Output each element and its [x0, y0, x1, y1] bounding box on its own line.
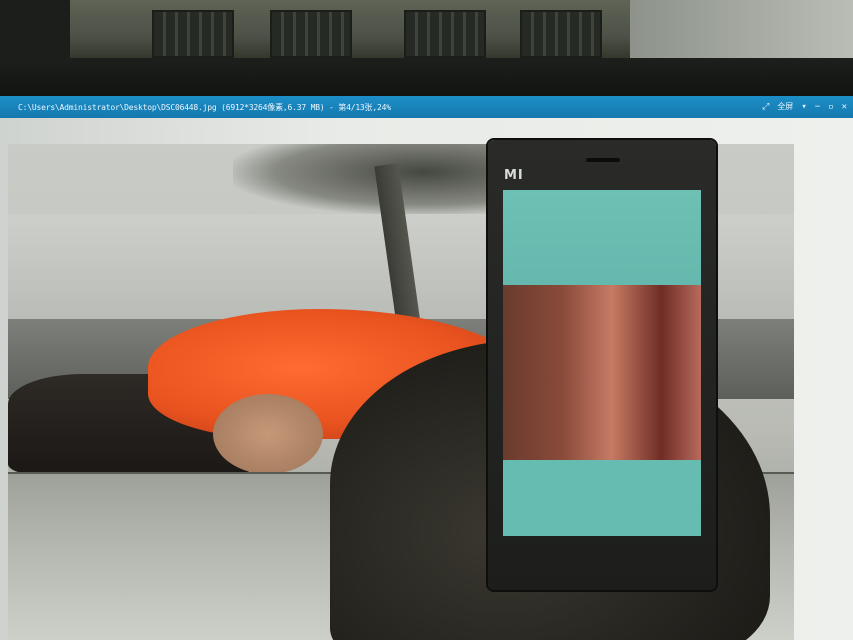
window-title: C:\Users\Administrator\Desktop\DSC06448.… [18, 103, 391, 112]
bright-wall-area [630, 0, 853, 62]
building-window [270, 10, 352, 58]
chevron-down-icon[interactable]: ▾ [801, 100, 806, 114]
monitor-bezel [0, 58, 853, 98]
phone-brand-logo: MI [504, 168, 524, 183]
phone-screen [503, 190, 701, 536]
building-window [152, 10, 234, 58]
subject-fur-cuff [213, 394, 323, 474]
building-window [404, 10, 486, 58]
close-icon[interactable]: ✕ [842, 100, 847, 114]
background-wall [0, 0, 853, 62]
window-controls: ⤢ 全屏 ▾ − ▫ ✕ [762, 100, 847, 114]
phone-screen-portrait [503, 285, 701, 460]
phone-screen-lower-band [503, 460, 701, 536]
phone-speaker [586, 158, 620, 162]
maximize-icon[interactable]: ▫ [828, 100, 833, 114]
fullscreen-label[interactable]: 全屏 [777, 100, 793, 114]
smartphone: MI [488, 140, 716, 590]
building-window [520, 10, 602, 58]
minimize-icon[interactable]: − [815, 100, 820, 114]
viewer-titlebar[interactable]: C:\Users\Administrator\Desktop\DSC06448.… [0, 96, 853, 118]
photo-of-monitor-scene: C:\Users\Administrator\Desktop\DSC06448.… [0, 0, 853, 640]
dark-wall-edge [0, 0, 70, 62]
fullscreen-icon[interactable]: ⤢ [762, 100, 769, 114]
